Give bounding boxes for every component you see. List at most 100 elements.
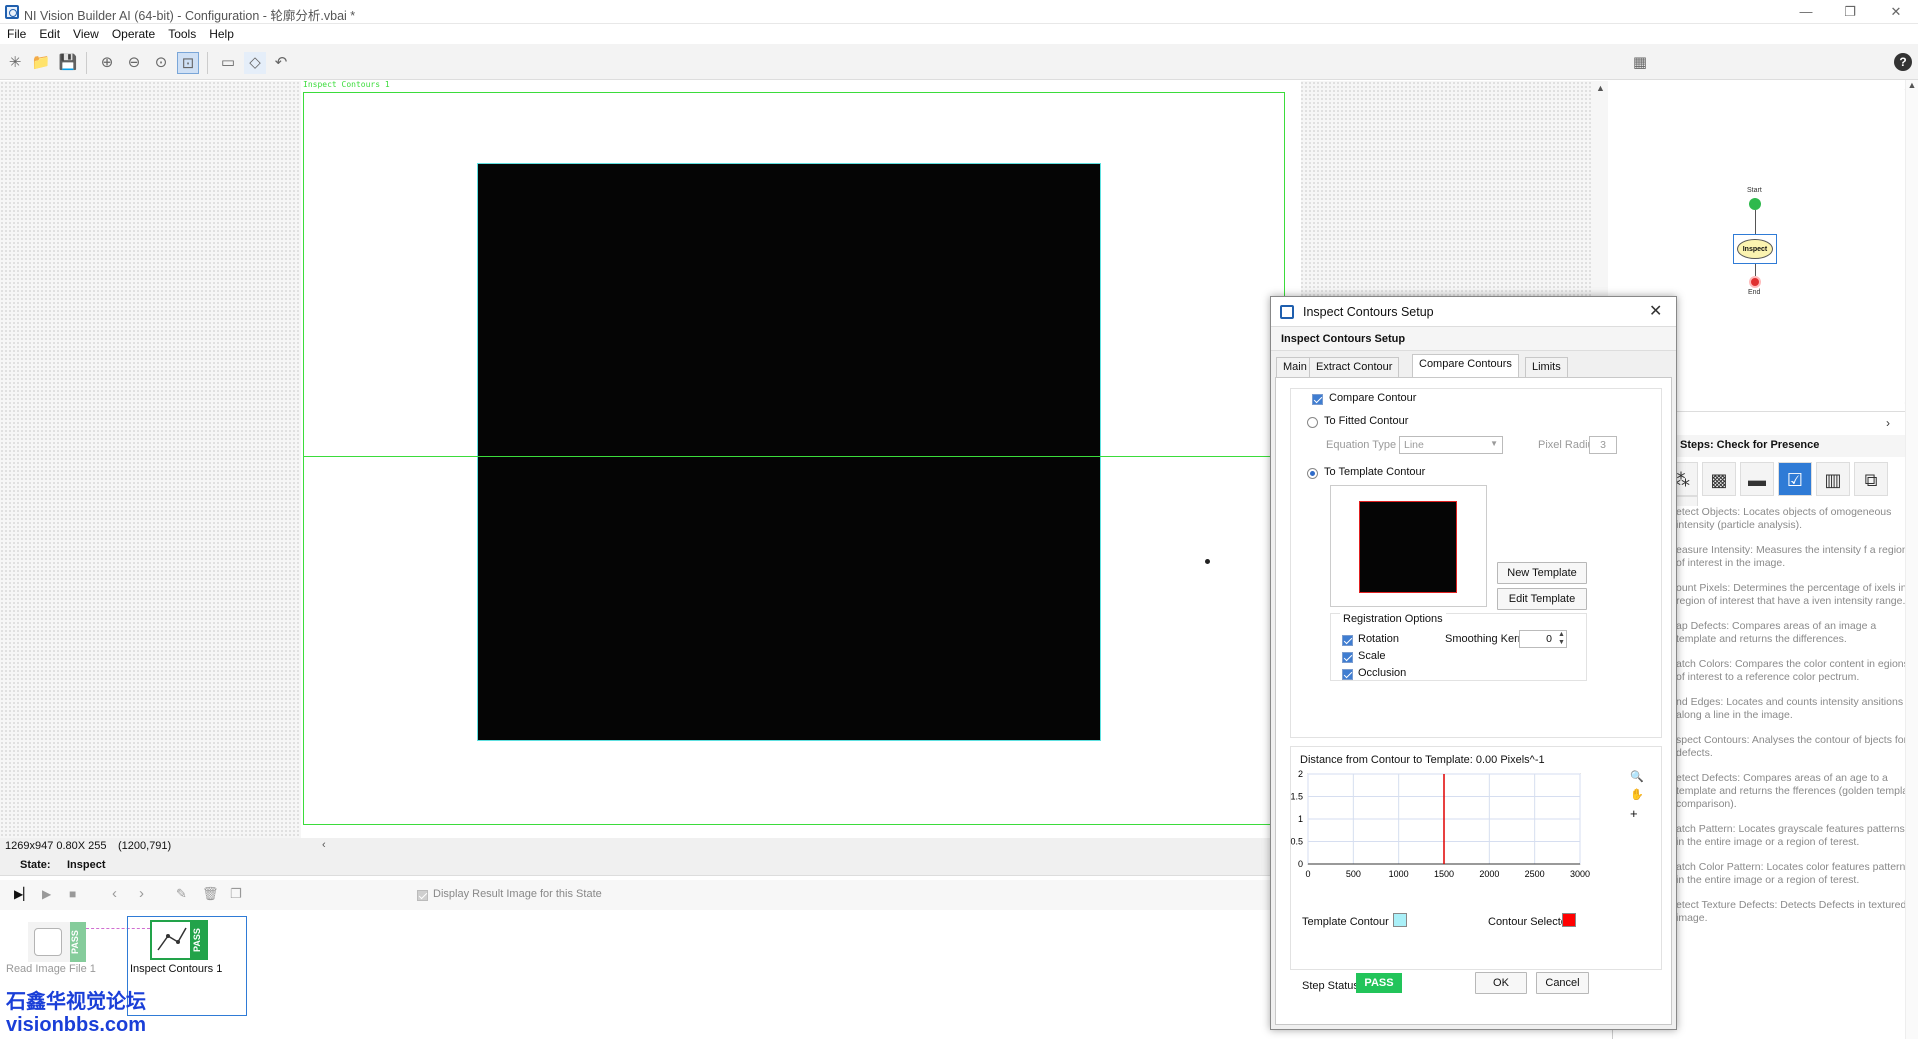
compare-contour-label: Compare Contour — [1329, 392, 1417, 404]
step-inspect-contours[interactable]: PASS — [150, 920, 208, 960]
cursor-crosshair-icon[interactable]: + — [1630, 806, 1638, 821]
new-template-button[interactable]: New Template — [1497, 562, 1587, 584]
palette-item[interactable]: ount Pixels: Determines the percentage o… — [1676, 582, 1918, 608]
distance-chart[interactable]: 0 500 1000 1500 2000 2500 3000 0 0.5 1 1.5 2 — [1286, 766, 1606, 896]
help-icon[interactable]: ? — [1894, 53, 1912, 71]
scroll-left-icon[interactable]: ‹ — [322, 839, 326, 851]
zoom-out-icon[interactable]: ⊖ — [123, 52, 145, 74]
close-button[interactable]: ✕ — [1881, 2, 1911, 22]
zoom-chart-icon[interactable]: 🔍 — [1630, 770, 1644, 783]
to-fitted-radio[interactable] — [1307, 415, 1318, 429]
palette-step-list: etect Objects: Locates objects of omogen… — [1676, 506, 1918, 1006]
zoom-fit-icon[interactable]: ⊡ — [177, 52, 199, 74]
x-tick-label: 2000 — [1479, 869, 1499, 879]
palette-item[interactable]: nd Edges: Locates and counts intensity a… — [1676, 696, 1918, 722]
window-title: NI Vision Builder AI (64-bit) - Configur… — [24, 9, 356, 23]
edit-icon[interactable]: ✎ — [176, 886, 187, 902]
previous-icon[interactable]: ‹ — [112, 885, 117, 902]
minimize-button[interactable]: — — [1791, 2, 1821, 22]
contour-selected-color[interactable] — [1562, 913, 1576, 927]
compare-contour-checkbox[interactable] — [1312, 392, 1323, 406]
y-tick-label: 2 — [1298, 769, 1303, 779]
layout-icon[interactable]: ▦ — [1626, 52, 1654, 74]
cursor-coords: (1200,791) — [118, 840, 172, 852]
dialog-app-icon — [1280, 305, 1294, 319]
center-line — [303, 456, 1285, 457]
app-icon — [5, 5, 19, 19]
barcode-icon[interactable]: ▥ — [1816, 462, 1850, 496]
new-icon[interactable]: ✳ — [4, 52, 26, 74]
check-presence-icon[interactable]: ☑ — [1778, 462, 1812, 496]
menu-view[interactable]: View — [66, 24, 105, 41]
palette-item[interactable]: etect Objects: Locates objects of omogen… — [1676, 506, 1918, 532]
palette-scrollbar[interactable]: ▲ — [1905, 80, 1918, 1039]
next-icon[interactable]: › — [139, 885, 144, 902]
tab-limits[interactable]: Limits — [1525, 357, 1568, 377]
occlusion-checkbox[interactable] — [1342, 667, 1353, 681]
pixel-radius-input[interactable]: 3 — [1589, 436, 1617, 454]
y-tick-label: 0.5 — [1290, 837, 1303, 847]
menu-edit[interactable]: Edit — [32, 24, 66, 41]
equation-type-label: Equation Type — [1326, 439, 1397, 451]
run-icon[interactable]: ▶ — [42, 887, 51, 901]
open-folder-icon[interactable]: 📁 — [30, 52, 52, 74]
y-tick-label: 1 — [1298, 814, 1303, 824]
step-read-image-file[interactable]: PASS — [28, 922, 86, 962]
copy-icon[interactable]: ❐ — [230, 886, 242, 902]
network-icon[interactable]: ⧉ — [1854, 462, 1888, 496]
tab-extract-contour[interactable]: Extract Contour — [1309, 357, 1400, 377]
pass-badge: PASS — [192, 920, 208, 960]
rotate-tool-icon[interactable]: ↶ — [270, 52, 292, 74]
selection-tool-icon[interactable]: ◇ — [244, 52, 266, 74]
ok-button[interactable]: OK — [1475, 972, 1527, 994]
menu-operate[interactable]: Operate — [105, 24, 161, 41]
step-status-badge: PASS — [1356, 973, 1402, 993]
palette-item[interactable]: easure Intensity: Measures the intensity… — [1676, 544, 1918, 570]
tab-compare-contours[interactable]: Compare Contours — [1412, 354, 1519, 378]
palette-item[interactable]: etect Texture Defects: Detects Defects i… — [1676, 899, 1918, 925]
pan-hand-icon[interactable]: ✋ — [1630, 788, 1644, 801]
pass-badge: PASS — [70, 922, 86, 962]
cancel-button[interactable]: Cancel — [1536, 972, 1589, 994]
display-result-checkbox[interactable] — [417, 888, 428, 902]
scale-checkbox[interactable] — [1342, 650, 1353, 664]
palette-item[interactable]: spect Contours: Analyses the contour of … — [1676, 734, 1918, 760]
dialog-close-icon[interactable]: ✕ — [1649, 301, 1662, 321]
display-result-label: Display Result Image for this State — [433, 888, 602, 900]
palette-item[interactable]: etect Defects: Compares areas of an age … — [1676, 772, 1918, 811]
count-pixels-icon[interactable]: ▩ — [1702, 462, 1736, 496]
ruler-icon[interactable]: ▬ — [1740, 462, 1774, 496]
flow-inspect-node[interactable]: Inspect — [1737, 239, 1773, 259]
to-template-radio[interactable] — [1307, 466, 1318, 480]
rectangle-tool-icon[interactable]: ▭ — [217, 52, 239, 74]
zoom-1x-icon[interactable]: ⊙ — [150, 52, 172, 74]
smoothing-spinner-icon[interactable]: ▲ ▼ — [1558, 631, 1565, 647]
to-fitted-label: To Fitted Contour — [1324, 415, 1409, 427]
zoom-in-icon[interactable]: ⊕ — [96, 52, 118, 74]
menu-help[interactable]: Help — [202, 24, 240, 41]
delete-icon[interactable]: 🗑 — [202, 886, 219, 902]
palette-expand-icon[interactable]: › — [1886, 416, 1890, 430]
stop-icon[interactable]: ■ — [69, 887, 76, 901]
maximize-button[interactable]: ❐ — [1835, 2, 1865, 22]
run-once-icon[interactable]: ▶▏ — [14, 887, 32, 901]
palette-item[interactable]: ap Defects: Compares areas of an image a… — [1676, 620, 1918, 646]
rotation-checkbox[interactable] — [1342, 633, 1353, 647]
palette-item[interactable]: atch Color Pattern: Locates color featur… — [1676, 861, 1918, 887]
palette-item[interactable]: atch Pattern: Locates grayscale features… — [1676, 823, 1918, 849]
menu-tools[interactable]: Tools — [161, 24, 202, 41]
x-tick-label: 1500 — [1434, 869, 1454, 879]
palette-item[interactable]: atch Colors: Compares the color content … — [1676, 658, 1918, 684]
title-bar: NI Vision Builder AI (64-bit) - Configur… — [0, 0, 1918, 24]
equation-type-select[interactable]: Line ▼ — [1399, 436, 1503, 454]
template-contour-color[interactable] — [1393, 913, 1407, 927]
flow-end-node[interactable] — [1749, 276, 1761, 288]
edit-template-button[interactable]: Edit Template — [1497, 588, 1587, 610]
x-tick-label: 2500 — [1525, 869, 1545, 879]
contour-selected-label: Contour Selected — [1488, 916, 1573, 928]
flow-inspect-frame: Inspect — [1733, 234, 1777, 264]
menu-file[interactable]: File — [0, 24, 32, 41]
save-icon[interactable]: 💾 — [57, 52, 79, 74]
step-status-label: Step Status — [1302, 980, 1359, 992]
flow-start-node[interactable] — [1749, 198, 1761, 210]
